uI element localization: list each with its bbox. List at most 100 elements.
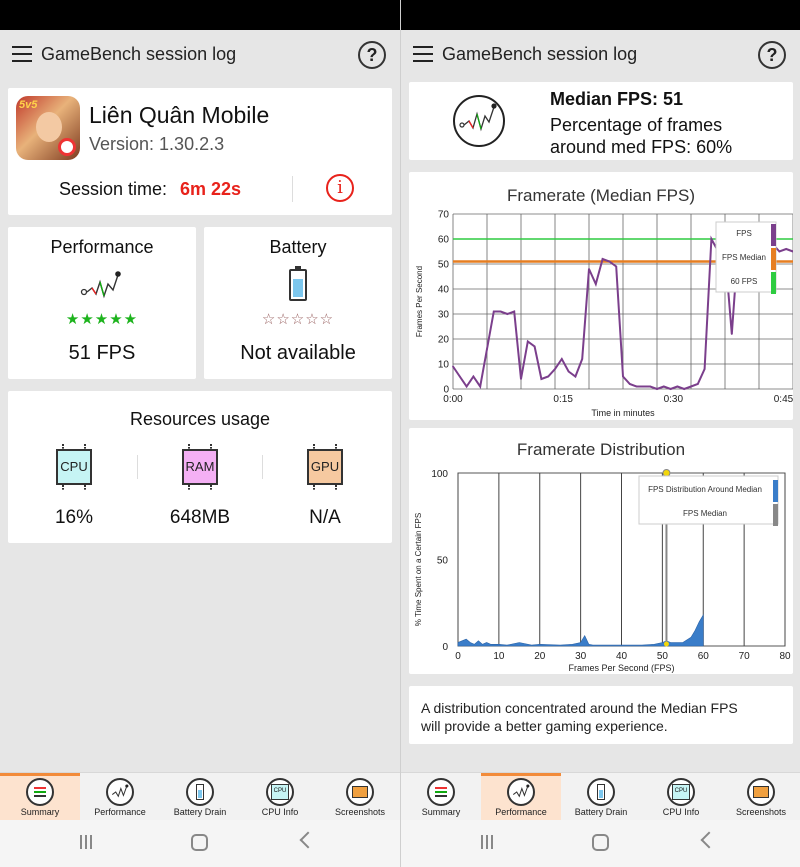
x-axis-label: Frames Per Second (FPS) [568,663,674,673]
cpu-icon: CPU [266,778,294,806]
y-tick-label: 100 [431,469,448,480]
performance-card[interactable]: Performance ★★★★★ 51 FPS [8,227,196,379]
fps-data-point [622,375,624,378]
tab-battery-drain[interactable]: Battery Drain [561,773,641,821]
x-tick-label: 0:30 [664,394,684,405]
gpu-chip-icon: GPU [307,444,343,490]
fps-data-point [703,368,706,370]
tab-label: CPU Info [261,807,299,817]
tab-screenshots[interactable]: Screenshots [320,773,400,821]
summary-icon [26,778,54,806]
x-tick-label: 70 [739,651,751,662]
fps-data-point [601,258,604,260]
tab-summary[interactable]: Summary [401,773,481,821]
battery-card[interactable]: Battery ☆☆☆☆☆ Not available [204,227,392,379]
fps-data-point [486,348,488,350]
fps-data-point [683,388,686,390]
app-title: GameBench session log [41,44,237,64]
median-marker-top [662,469,671,477]
fps-data-point [669,388,672,390]
tab-label: Battery Drain [574,807,628,817]
fps-data-point [785,248,788,250]
performance-icon [106,778,134,806]
fps-data-point [533,345,536,348]
divider [262,455,263,479]
cpu-icon-label: CPU [271,784,289,800]
game-name: Liên Quân Mobile [89,102,270,128]
tab-summary[interactable]: Summary [0,773,80,821]
fps-data-point [778,250,781,253]
recents-icon[interactable] [481,835,497,851]
tab-label: Summary [20,807,60,817]
fps-data-point [458,375,461,378]
menu-icon[interactable] [413,46,433,62]
legend-swatch [771,224,776,246]
x-tick-label: 10 [493,651,505,662]
y-tick-label: 60 [438,235,450,246]
fps-data-point [690,385,692,388]
home-icon[interactable] [592,834,609,851]
fps-data-point [588,268,590,270]
fps-data-point [649,385,652,388]
fps-data-point [608,260,611,263]
x-tick-label: 80 [779,651,791,662]
tab-cpu-info[interactable]: CPU CPU Info [240,773,320,821]
fps-data-point [696,383,699,385]
battery-icon [587,778,615,806]
x-tick-label: 0:45 [774,394,793,405]
tab-label: Battery Drain [173,807,227,817]
app-title: GameBench session log [442,44,638,64]
y-tick-label: 20 [438,335,450,346]
performance-icon [507,778,535,806]
session-time-value: 6m 22s [180,179,242,199]
tab-battery-drain[interactable]: Battery Drain [160,773,240,821]
y-tick-label: 10 [438,360,450,371]
battery-title: Battery [269,237,327,257]
framerate-chart-card: Framerate (Median FPS) 0 10 20 30 40 50 60 70 0:… [409,172,793,420]
x-tick-label: 0 [455,651,461,662]
tab-performance[interactable]: Performance [481,773,561,821]
tab-screenshots[interactable]: Screenshots [721,773,800,821]
help-button[interactable]: ? [758,41,786,69]
tab-label: Performance [495,807,547,817]
home-icon[interactable] [191,834,208,851]
note-line-1: A distribution concentrated around the M… [421,700,738,716]
legend-swatch [771,272,776,294]
back-icon[interactable] [299,831,317,849]
back-icon[interactable] [700,831,718,849]
y-axis-label: Frames Per Second [415,266,424,337]
y-tick-label: 0 [442,642,448,653]
fps-data-point [499,310,502,313]
recents-icon[interactable] [80,835,96,851]
fps-data-point [710,238,713,240]
battery-icon [289,266,307,301]
status-bar [0,0,400,30]
fps-data-point [615,265,618,268]
ram-chip-icon: RAM [182,444,218,490]
game-icon-badge: 5v5 [19,99,38,111]
fps-data-point [656,388,658,390]
fps-data-point [479,385,482,388]
fps-data-point [567,370,570,373]
x-tick-label: 30 [575,651,587,662]
tab-label: Screenshots [334,807,386,817]
fps-data-point [574,375,577,378]
median-fps-card: Median FPS: 51 Percentage of frames arou… [409,82,793,160]
info-button[interactable]: i [326,174,354,202]
gpu-usage-value: N/A [309,507,341,528]
help-button[interactable]: ? [358,41,386,69]
game-version: Version: 1.30.2.3 [89,134,225,154]
legend-entry: 60 FPS [731,277,758,286]
menu-icon[interactable] [12,46,32,62]
fps-data-point [581,358,584,360]
fps-data-point [472,375,475,378]
resources-title: Resources usage [129,409,271,429]
performance-value: 51 FPS [68,342,136,364]
tab-cpu-info[interactable]: CPU CPU Info [641,773,721,821]
legend-swatch [773,504,778,526]
film-icon [346,778,374,806]
tab-performance[interactable]: Performance [80,773,160,821]
fps-data-point [642,385,645,388]
legend-entry: FPS [736,229,752,238]
performance-icon [453,95,505,147]
